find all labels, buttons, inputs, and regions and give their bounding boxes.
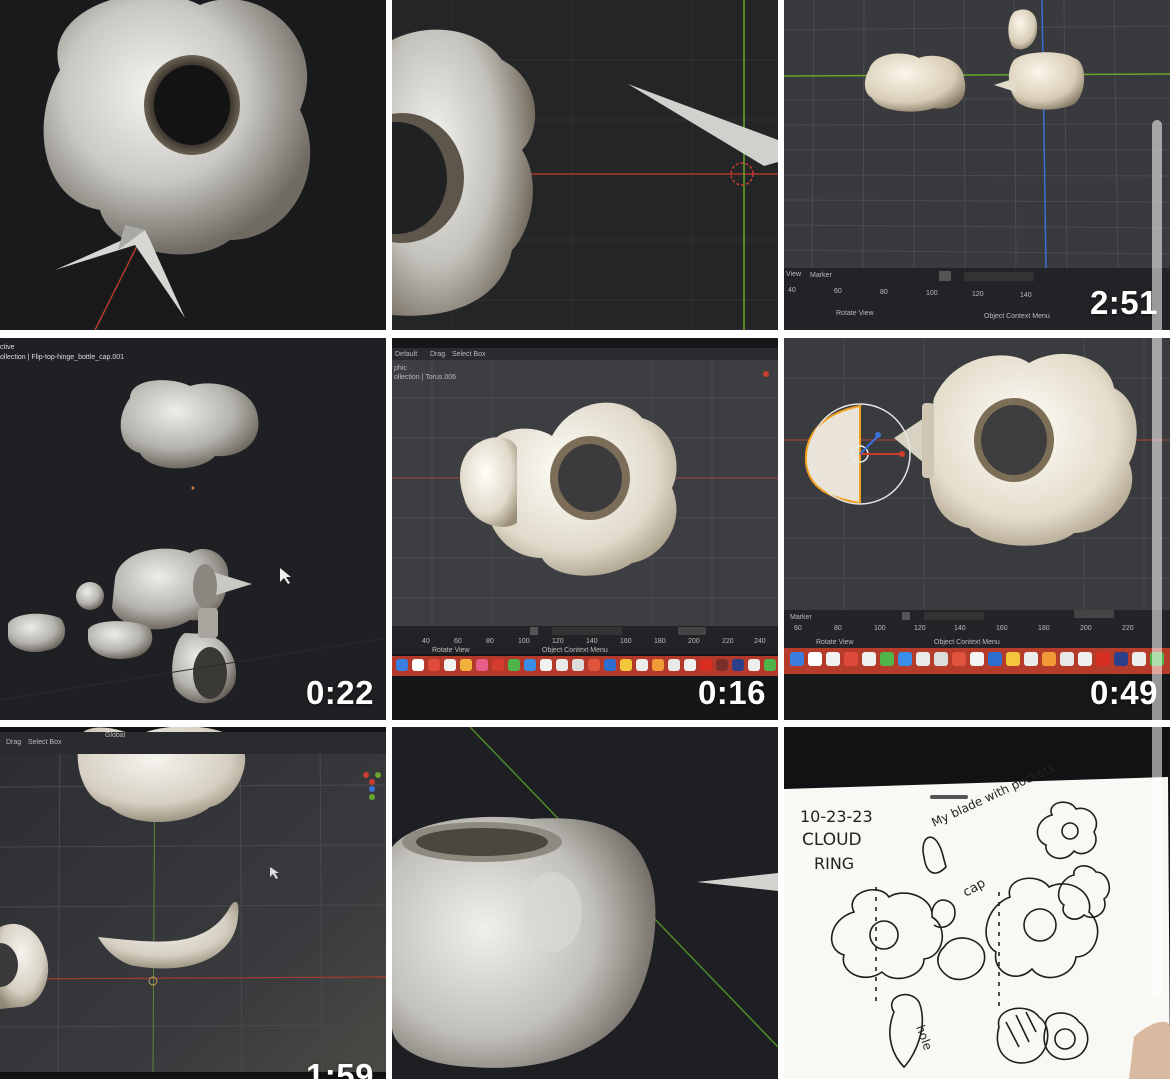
blender-gizmo-photo: Marker 60 80 100 120 140 160 180 200 220… [784,338,1170,674]
timeline-tick: 200 [688,638,700,645]
timeline-menu-view[interactable]: View [786,271,802,278]
sketch-date: 10-23-23 [800,807,873,826]
timeline-tick: 60 [834,288,842,295]
timeline-tick: 100 [926,290,938,297]
timeline-tick: 40 [422,638,430,645]
timeline-tick: 120 [914,625,926,632]
header-drag[interactable]: Drag [430,351,445,358]
timeline-menu-marker[interactable]: Marker [810,272,832,279]
timeline-tick: 140 [954,625,966,632]
timeline-tick: 180 [1038,625,1050,632]
status-object-context-menu: Object Context Menu [542,647,608,654]
video-thumbnail-2[interactable] [392,0,778,330]
video-thumbnail-4[interactable]: ctive ollection | Flip-top-hinge_bottle_… [0,338,386,720]
cloud-ring-closeup [392,0,778,330]
viewport-mode-text: ctive [0,344,15,351]
playback-controls[interactable] [530,627,706,635]
video-thumbnail-6[interactable]: Marker 60 80 100 120 140 160 180 200 220… [784,338,1170,720]
sketch-title-cloud: CLOUD [802,830,862,850]
video-duration: 0:49 [1089,674,1158,711]
timeline-tick: 80 [834,625,842,632]
blender-parts-render [0,380,386,704]
video-thumbnail-3[interactable]: View Marker 40 60 80 100 120 140 Rotate … [784,0,1170,330]
timeline-tick: 200 [1080,625,1092,632]
timeline-tick: 100 [518,638,530,645]
video-duration: 1:59 [305,1057,374,1079]
timeline-tick: 240 [754,638,766,645]
status-rotate-view: Rotate View [432,647,471,654]
timeline-tick: 220 [722,638,734,645]
sketch-photo: 10-23-23 CLOUD RING My blade with pocket… [784,760,1170,1079]
photo-thumbnail-sketch[interactable]: 10-23-23 CLOUD RING My blade with pocket… [784,727,1170,1079]
video-duration: 0:22 [305,674,374,711]
timeline-tick: 160 [620,638,632,645]
timeline-tick: 120 [972,291,984,298]
blender-viewport-photo: View Marker 40 60 80 100 120 140 Rotate … [784,0,1170,330]
viewport-object-text: ollection | Torus.006 [394,374,456,381]
timeline-tick: 80 [486,638,494,645]
video-thumbnail-5[interactable]: Default Drag Select Box phic ollection |… [392,338,778,720]
timeline-tick: 120 [552,638,564,645]
header-workspace[interactable]: Default [395,351,417,358]
timeline-tick: 60 [794,625,802,632]
status-rotate-view: Rotate View [836,310,875,317]
timeline-menu-marker[interactable]: Marker [790,614,812,621]
timeline-tick: 60 [454,638,462,645]
video-duration: 0:16 [697,674,766,711]
status-object-context-menu: Object Context Menu [934,639,1000,646]
timeline-tick: 220 [1122,625,1134,632]
cloud-ring-side-render [392,727,778,1068]
timeline-tick: 160 [996,625,1008,632]
video-duration: 2:51 [1089,284,1158,321]
timeline-tick: 140 [586,638,598,645]
video-thumbnail-8[interactable] [392,727,778,1079]
video-thumbnail-7[interactable]: Drag Select Box Global 1:59 [0,727,386,1079]
timeline-tick: 40 [788,287,796,294]
status-object-context-menu: Object Context Menu [984,313,1050,320]
header-select-box[interactable]: Select Box [28,739,62,746]
cloud-ring-render [43,0,311,330]
video-thumbnail-1[interactable] [0,0,386,330]
blender-curve-photo: Drag Select Box Global [0,727,386,1073]
macos-dock [392,656,778,676]
status-rotate-view: Rotate View [816,639,855,646]
viewport-object-text: ollection | Flip-top-hinge_bottle_cap.00… [0,354,125,361]
sketch-title-ring: RING [814,854,854,873]
timeline-tick: 180 [654,638,666,645]
header-transform-orientation[interactable]: Global [105,732,126,739]
scrollbar[interactable] [1152,120,1162,998]
viewport-mode-text: phic [394,365,407,372]
blender-screen-photo: Default Drag Select Box phic ollection |… [392,348,778,676]
macos-dock [784,648,1170,674]
media-grid: View Marker 40 60 80 100 120 140 Rotate … [0,0,1170,1079]
timeline-tick: 140 [1020,292,1032,299]
header-select-box[interactable]: Select Box [452,351,486,358]
timeline-tick: 80 [880,289,888,296]
viewport-caption: ctive ollection | Flip-top-hinge_bottle_… [0,343,124,363]
timeline-tick: 100 [874,625,886,632]
header-drag[interactable]: Drag [6,739,21,746]
